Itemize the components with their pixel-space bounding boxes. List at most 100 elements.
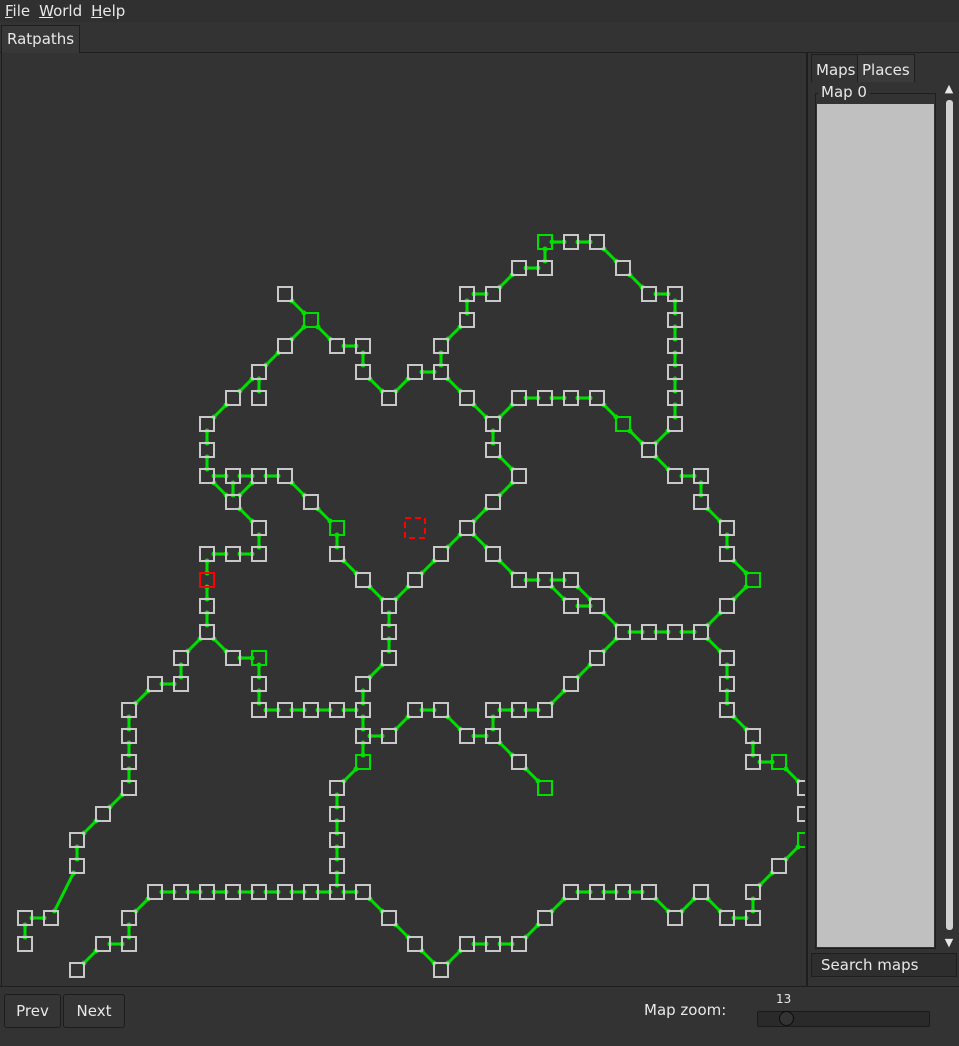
map-room[interactable] — [355, 572, 371, 588]
path-a27-d1 — [498, 455, 514, 471]
map-room-current[interactable] — [404, 517, 426, 539]
path-d4-d1 — [498, 481, 514, 497]
menu-file-mnemonic: F — [5, 2, 13, 20]
path-a28-d2 — [654, 455, 670, 471]
path-d36-d39 — [524, 767, 540, 783]
menu-world-mnemonic: W — [39, 2, 54, 20]
tab-maps[interactable]: Maps — [811, 54, 861, 82]
map-room[interactable] — [511, 468, 527, 484]
map-room-highlight[interactable] — [745, 572, 761, 588]
map-room[interactable] — [433, 962, 449, 978]
menu-world-rest: orld — [53, 2, 83, 20]
map-room[interactable] — [589, 650, 605, 666]
map-room[interactable] — [303, 494, 319, 510]
path-c25-c29 — [134, 689, 150, 705]
menu-help[interactable]: Help — [87, 2, 129, 20]
map-room[interactable] — [563, 676, 579, 692]
path-c6-c8 — [290, 481, 306, 497]
menu-help-mnemonic: H — [91, 2, 103, 20]
menu-help-rest: elp — [102, 2, 126, 20]
map-room[interactable] — [537, 910, 553, 926]
next-button[interactable]: Next — [63, 994, 125, 1028]
bottom-bar: Prev Next Map zoom: 13 — [0, 986, 959, 1046]
scroll-up-icon[interactable]: ▲ — [943, 83, 955, 95]
path-d33-d28 — [446, 715, 462, 731]
menu-file[interactable]: File — [1, 2, 34, 20]
map-room[interactable] — [69, 962, 85, 978]
map-room[interactable] — [511, 754, 527, 770]
map-room[interactable] — [459, 390, 475, 406]
path-e18-e28 — [368, 897, 384, 913]
path-d15-d18 — [732, 585, 748, 601]
path-d13-d16 — [550, 585, 566, 601]
path-d27-c37 — [394, 715, 410, 731]
map-canvas[interactable] — [1, 53, 805, 986]
path-e1-e4 — [82, 819, 98, 835]
path-d10-d15 — [732, 559, 748, 575]
map-room[interactable] — [95, 806, 111, 822]
path-d6-d4 — [472, 507, 488, 523]
path-a18-a24 — [472, 403, 488, 419]
path-d11-d8 — [420, 559, 436, 575]
map-list-title: Map 0 — [818, 84, 870, 100]
map-room[interactable] — [433, 546, 449, 562]
map-room[interactable] — [693, 884, 709, 900]
path-d5-d7 — [706, 507, 722, 523]
map-room[interactable] — [719, 598, 735, 614]
path-d9-d12 — [498, 559, 514, 575]
path-e39-e29 — [524, 923, 540, 939]
map-zoom-slider-handle[interactable] — [779, 1011, 794, 1026]
path-d23-d25 — [576, 663, 592, 679]
path-c39-c41 — [342, 767, 358, 783]
map-graph[interactable] — [2, 53, 805, 986]
map-room[interactable] — [641, 442, 657, 458]
path-e9-e6 — [784, 845, 800, 861]
menu-bar: File World Help — [0, 0, 959, 22]
path-e28-e36 — [394, 923, 410, 939]
path-c7-c9 — [238, 507, 254, 523]
map-room-highlight[interactable] — [303, 312, 319, 328]
path-e10-e27 — [134, 897, 150, 913]
scrollbar-thumb[interactable] — [946, 100, 953, 930]
map-room[interactable] — [381, 390, 397, 406]
path-d17-d19 — [602, 611, 618, 627]
path-c40-e1 — [108, 793, 124, 809]
map-list[interactable] — [817, 104, 934, 947]
path-d18-d22 — [706, 611, 722, 627]
search-maps-input[interactable] — [811, 953, 957, 977]
map-room[interactable] — [381, 910, 397, 926]
path-c24-c28 — [368, 663, 384, 679]
tab-ratpaths[interactable]: Ratpaths — [1, 25, 81, 53]
path-a6-a9 — [628, 273, 644, 289]
tab-places[interactable]: Places — [857, 54, 915, 82]
path-b1-b2 — [290, 299, 306, 315]
map-room[interactable] — [459, 520, 475, 536]
map-room[interactable] — [771, 858, 787, 874]
map-room[interactable] — [407, 572, 423, 588]
map-room[interactable] — [277, 286, 293, 302]
map-room[interactable] — [485, 494, 501, 510]
map-zoom-value: 13 — [776, 992, 792, 1006]
map-room[interactable] — [667, 910, 683, 926]
map-room[interactable] — [225, 390, 241, 406]
prev-button[interactable]: Prev — [4, 994, 61, 1028]
map-room-highlight[interactable] — [615, 416, 631, 432]
path-e41-e37 — [446, 949, 462, 965]
path-e7-e26 — [53, 872, 75, 912]
scroll-down-icon[interactable]: ▼ — [943, 937, 955, 949]
map-room[interactable] — [485, 546, 501, 562]
path-d8-d6 — [446, 533, 462, 549]
map-room[interactable] — [797, 806, 805, 822]
menu-file-rest: ile — [12, 2, 31, 20]
side-panel: Maps Places Map 0 ▲ ▼ — [806, 53, 959, 986]
map-room[interactable] — [407, 936, 423, 952]
path-c14-c16 — [342, 559, 358, 575]
path-d14-d17 — [576, 585, 592, 601]
map-room[interactable] — [277, 338, 293, 354]
map-room[interactable] — [615, 260, 631, 276]
menu-world[interactable]: World — [35, 2, 86, 20]
path-d32-d35 — [732, 715, 748, 731]
map-paths — [22, 239, 801, 966]
path-c19-c21 — [186, 637, 202, 653]
map-room-highlight[interactable] — [537, 780, 553, 796]
